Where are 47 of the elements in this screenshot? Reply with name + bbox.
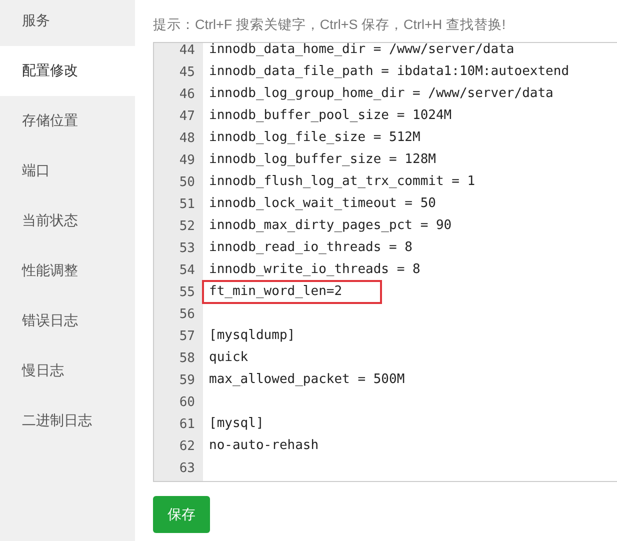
line-number: 44 xyxy=(178,43,196,58)
sidebar-item[interactable]: 慢日志 xyxy=(0,346,135,396)
code-line: innodb_read_io_threads = 8 xyxy=(208,239,414,257)
sidebar-item[interactable]: 服务 xyxy=(0,0,135,46)
line-number: 48 xyxy=(178,130,196,146)
sidebar-item[interactable]: 存储位置 xyxy=(0,96,135,146)
line-number: 55 xyxy=(178,284,196,300)
line-number: 47 xyxy=(178,108,196,124)
code-line: innodb_lock_wait_timeout = 50 xyxy=(208,195,437,213)
code-line: [mysqldump] xyxy=(208,327,296,345)
code-editor[interactable] xyxy=(153,42,617,482)
code-line: innodb_log_group_home_dir = /www/server/data xyxy=(208,85,554,103)
code-line: [mysql] xyxy=(208,415,265,433)
code-line: innodb_data_home_dir = /www/server/data xyxy=(208,43,516,59)
code-line: innodb_log_buffer_size = 128M xyxy=(208,151,437,169)
code-line: innodb_max_dirty_pages_pct = 90 xyxy=(208,217,453,235)
line-number: 45 xyxy=(178,64,196,80)
sidebar-item[interactable]: 配置修改 xyxy=(0,46,135,96)
code-line: quick xyxy=(208,349,250,367)
line-number: 54 xyxy=(178,262,196,278)
line-number: 56 xyxy=(178,306,196,322)
line-number: 63 xyxy=(178,460,196,476)
line-number: 52 xyxy=(178,218,196,234)
line-number: 57 xyxy=(178,328,196,344)
sidebar-item[interactable]: 二进制日志 xyxy=(0,396,135,446)
line-number: 61 xyxy=(178,416,196,432)
code-line: max_allowed_packet = 500M xyxy=(208,371,406,389)
code-line: innodb_data_file_path = ibdata1:10M:autoextend xyxy=(208,63,570,81)
line-number: 62 xyxy=(178,438,196,454)
line-number: 51 xyxy=(178,196,196,212)
sidebar-item[interactable]: 当前状态 xyxy=(0,196,135,246)
code-line: no-auto-rehash xyxy=(208,437,320,455)
line-number: 60 xyxy=(178,394,196,410)
code-line: innodb_log_file_size = 512M xyxy=(208,129,422,147)
sidebar-item[interactable]: 性能调整 xyxy=(0,246,135,296)
line-number: 59 xyxy=(178,372,196,388)
line-number: 49 xyxy=(178,152,196,168)
code-line: innodb_buffer_pool_size = 1024M xyxy=(208,107,453,125)
sidebar-item[interactable]: 端口 xyxy=(0,146,135,196)
hint-text: 提示：Ctrl+F 搜索关键字，Ctrl+S 保存，Ctrl+H 查找替换! xyxy=(153,16,507,34)
sidebar-item[interactable]: 错误日志 xyxy=(0,296,135,346)
line-number: 58 xyxy=(178,350,196,366)
line-number: 50 xyxy=(178,174,196,190)
line-number: 46 xyxy=(178,86,196,102)
line-number: 53 xyxy=(178,240,196,256)
code-line: innodb_flush_log_at_trx_commit = 1 xyxy=(208,173,476,191)
code-line: innodb_write_io_threads = 8 xyxy=(208,261,422,279)
